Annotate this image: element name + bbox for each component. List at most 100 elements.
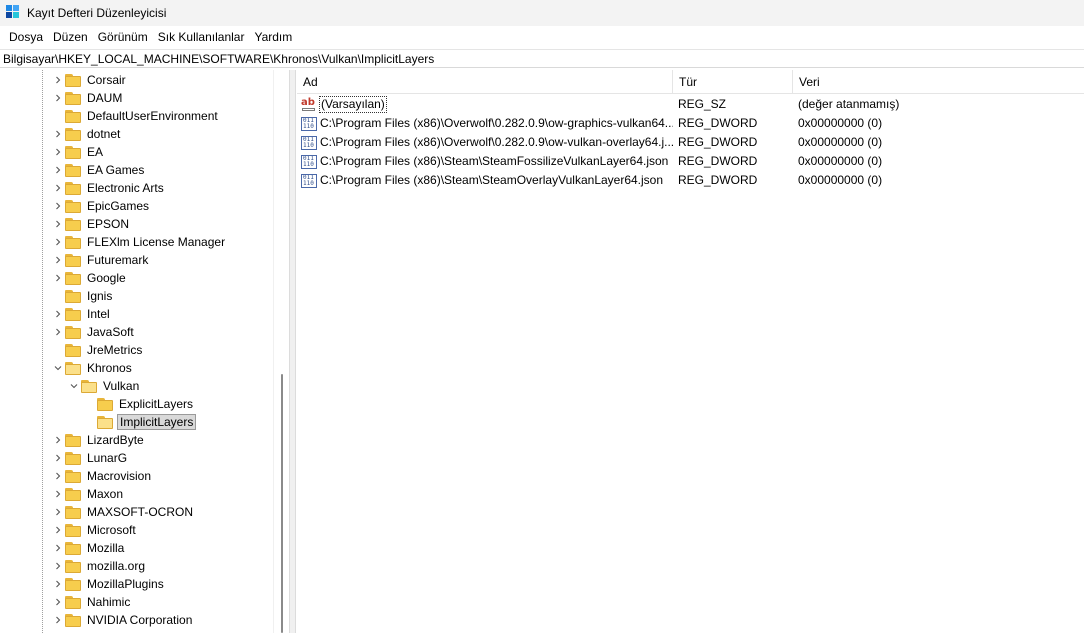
tree-item[interactable]: Futuremark <box>52 251 150 269</box>
menu-view[interactable]: Görünüm <box>93 27 153 48</box>
tree-item[interactable]: EA Games <box>52 161 146 179</box>
chevron-right-icon[interactable] <box>52 125 64 143</box>
value-row[interactable]: 011 110 C:\Program Files (x86)\Overwolf\0.… <box>297 114 1084 133</box>
tree-item[interactable]: JreMetrics <box>52 341 144 359</box>
value-row[interactable]: ab (Varsayılan) REG_SZ (değer atanmamış) <box>297 95 1084 114</box>
chevron-right-icon[interactable] <box>52 143 64 161</box>
tree-item[interactable]: MAXSOFT-OCRON <box>52 503 195 521</box>
tree-expander-spacer <box>52 341 64 359</box>
value-name-cell: 011 110 C:\Program Files (x86)\Overwolf\0.… <box>301 114 673 133</box>
chevron-right-icon[interactable] <box>52 251 64 269</box>
tree-item[interactable]: NVIDIA Corporation <box>52 611 194 629</box>
folder-icon <box>64 559 82 573</box>
menu-favorites[interactable]: Sık Kullanılanlar <box>153 27 250 48</box>
tree-item[interactable]: Corsair <box>52 71 128 89</box>
column-data-header[interactable]: Veri <box>793 70 1084 94</box>
tree-item[interactable]: DAUM <box>52 89 124 107</box>
column-name-header[interactable]: Ad <box>297 70 673 94</box>
value-row[interactable]: 011 110 C:\Program Files (x86)\Steam\Steam… <box>297 152 1084 171</box>
value-name-cell: 011 110 C:\Program Files (x86)\Steam\Steam… <box>301 152 673 171</box>
chevron-right-icon[interactable] <box>52 197 64 215</box>
tree-item[interactable]: MozillaPlugins <box>52 575 166 593</box>
chevron-down-icon[interactable] <box>68 377 80 395</box>
tree-item[interactable]: Electronic Arts <box>52 179 166 197</box>
tree-item-label: Ignis <box>87 289 113 303</box>
chevron-right-icon[interactable] <box>52 215 64 233</box>
tree-item-label: NVIDIA Corporation <box>87 613 193 627</box>
chevron-right-icon[interactable] <box>52 323 64 341</box>
folder-icon <box>64 91 82 105</box>
chevron-right-icon[interactable] <box>52 161 64 179</box>
tree-item[interactable]: DefaultUserEnvironment <box>52 107 220 125</box>
tree-item[interactable]: ExplicitLayers <box>84 395 195 413</box>
tree-item[interactable]: Intel <box>52 305 112 323</box>
binary-value-icon: 011 110 <box>301 154 317 169</box>
value-row[interactable]: 011 110 C:\Program Files (x86)\Steam\Steam… <box>297 171 1084 190</box>
menu-file[interactable]: Dosya <box>4 27 48 48</box>
tree-item[interactable]: Mozilla <box>52 539 126 557</box>
folder-icon <box>64 469 82 483</box>
chevron-right-icon[interactable] <box>52 305 64 323</box>
pane-splitter[interactable] <box>289 70 296 633</box>
tree-item[interactable]: dotnet <box>52 125 122 143</box>
tree-item[interactable]: Khronos <box>52 359 134 377</box>
tree-item[interactable]: EpicGames <box>52 197 151 215</box>
chevron-right-icon[interactable] <box>52 179 64 197</box>
tree-item[interactable]: EA <box>52 143 105 161</box>
chevron-right-icon[interactable] <box>52 539 64 557</box>
tree-item[interactable]: Ignis <box>52 287 114 305</box>
tree-item-label: Nahimic <box>87 595 131 609</box>
tree-item-label: Vulkan <box>103 379 140 393</box>
tree-guide-line <box>42 70 43 633</box>
value-name-cell: 011 110 C:\Program Files (x86)\Overwolf\0.… <box>301 133 673 152</box>
tree-item[interactable]: LizardByte <box>52 431 146 449</box>
tree-item[interactable]: JavaSoft <box>52 323 136 341</box>
chevron-right-icon[interactable] <box>52 233 64 251</box>
tree-expander-spacer <box>52 107 64 125</box>
tree-item[interactable]: Nahimic <box>52 593 132 611</box>
tree-item[interactable]: LunarG <box>52 449 129 467</box>
chevron-right-icon[interactable] <box>52 71 64 89</box>
folder-icon <box>64 325 82 339</box>
folder-icon <box>96 415 114 429</box>
tree-item[interactable]: Microsoft <box>52 521 138 539</box>
chevron-right-icon[interactable] <box>52 89 64 107</box>
value-data: 0x00000000 (0) <box>798 154 883 168</box>
tree-item-label: JavaSoft <box>87 325 134 339</box>
tree-item-label: EA <box>87 145 104 159</box>
tree-scrollbar-thumb[interactable] <box>281 374 283 633</box>
value-row[interactable]: 011 110 C:\Program Files (x86)\Overwolf\0.… <box>297 133 1084 152</box>
value-data: 0x00000000 (0) <box>798 116 883 130</box>
tree-scrollbar[interactable] <box>273 70 285 633</box>
tree-item[interactable]: FLEXlm License Manager <box>52 233 227 251</box>
tree-item[interactable]: Macrovision <box>52 467 153 485</box>
folder-icon <box>64 343 82 357</box>
column-type-header[interactable]: Tür <box>673 70 793 94</box>
tree-item[interactable]: Google <box>52 269 128 287</box>
chevron-right-icon[interactable] <box>52 611 64 629</box>
value-data: 0x00000000 (0) <box>798 135 883 149</box>
title-bar[interactable]: Kayıt Defteri Düzenleyicisi <box>0 0 1084 26</box>
tree-expander-spacer <box>84 413 96 431</box>
menu-help[interactable]: Yardım <box>249 27 297 48</box>
chevron-right-icon[interactable] <box>52 449 64 467</box>
menu-edit[interactable]: Düzen <box>48 27 93 48</box>
chevron-right-icon[interactable] <box>52 467 64 485</box>
chevron-right-icon[interactable] <box>52 269 64 287</box>
chevron-right-icon[interactable] <box>52 575 64 593</box>
tree-item[interactable]: mozilla.org <box>52 557 147 575</box>
tree-item[interactable]: EPSON <box>52 215 131 233</box>
chevron-right-icon[interactable] <box>52 431 64 449</box>
chevron-right-icon[interactable] <box>52 557 64 575</box>
tree-item[interactable]: Maxon <box>52 485 125 503</box>
chevron-right-icon[interactable] <box>52 593 64 611</box>
binary-value-icon: 011 110 <box>301 116 317 131</box>
chevron-right-icon[interactable] <box>52 521 64 539</box>
chevron-right-icon[interactable] <box>52 503 64 521</box>
address-bar[interactable]: Bilgisayar\HKEY_LOCAL_MACHINE\SOFTWARE\K… <box>0 49 1084 68</box>
chevron-right-icon[interactable] <box>52 485 64 503</box>
value-name: (Varsayılan) <box>319 96 387 113</box>
tree-item[interactable]: Vulkan <box>68 377 141 395</box>
tree-item[interactable]: ImplicitLayers <box>84 413 197 431</box>
chevron-down-icon[interactable] <box>52 359 64 377</box>
